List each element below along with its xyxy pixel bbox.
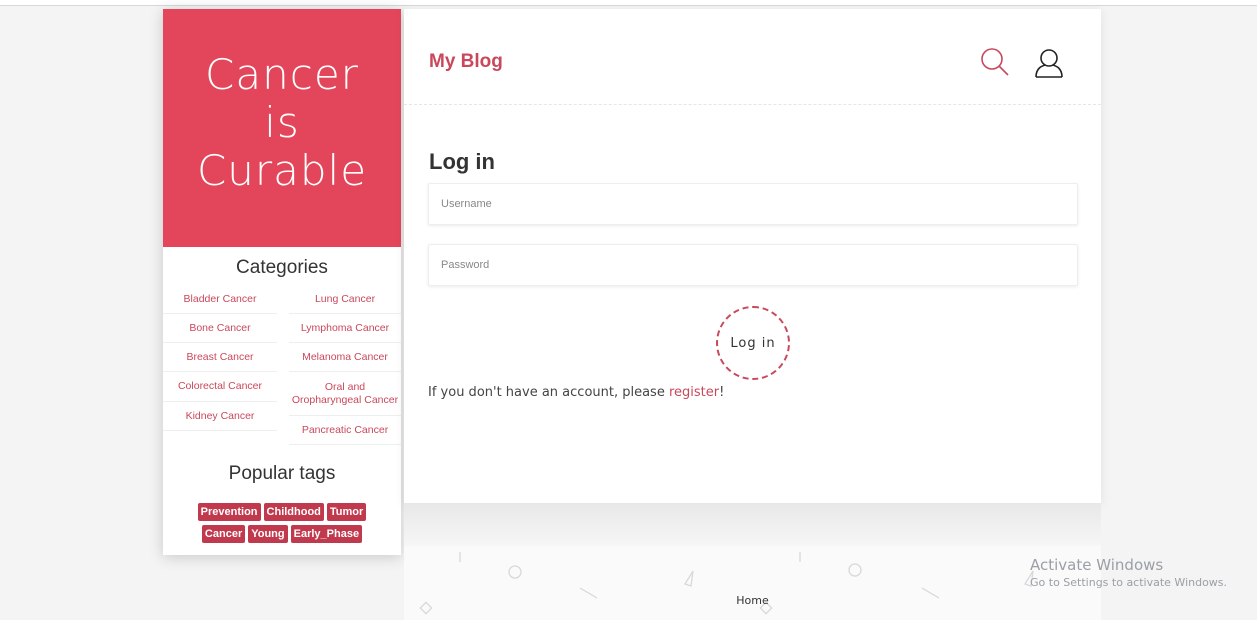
category-bone-cancer[interactable]: Bone Cancer <box>163 314 277 343</box>
login-title: Log in <box>429 149 495 174</box>
tag-prevention[interactable]: Prevention <box>197 503 261 521</box>
category-lymphoma-cancer[interactable]: Lymphoma Cancer <box>289 314 401 343</box>
blog-title[interactable]: My Blog <box>429 51 503 73</box>
register-suffix-text: ! <box>719 385 725 400</box>
main-panel: My Blog Log in Log in If you don't have … <box>404 9 1101 503</box>
categories-list: Bladder Cancer Bone Cancer Breast Cancer… <box>163 285 401 445</box>
footer-decoration <box>419 552 1034 615</box>
user-icon[interactable] <box>1032 46 1066 80</box>
browser-top-edge <box>0 0 1257 6</box>
footer-home-link[interactable]: Home <box>404 594 1101 607</box>
category-oral-oropharyngeal-cancer[interactable]: Oral and Oropharyngeal Cancer <box>289 372 401 416</box>
categories-title: Categories <box>236 257 328 278</box>
sidebar: Cancer is Curable Categories Bladder Can… <box>163 9 401 555</box>
brand-line-2: is <box>264 98 300 147</box>
tag-tumor[interactable]: Tumor <box>326 503 367 521</box>
brand-line-3: Curable <box>196 146 368 195</box>
register-link[interactable]: register <box>669 385 719 400</box>
footer: Home <box>404 546 1101 620</box>
register-prefix-text: If you don't have an account, please <box>428 385 669 400</box>
categories-column-right: Lung Cancer Lymphoma Cancer Melanoma Can… <box>289 285 401 445</box>
watermark-title: Activate Windows <box>1030 556 1164 574</box>
popular-tags: Prevention Childhood Tumor Cancer Young … <box>163 503 401 543</box>
tag-cancer[interactable]: Cancer <box>201 525 246 543</box>
username-input[interactable] <box>428 183 1078 225</box>
login-button[interactable]: Log in <box>716 306 790 380</box>
password-input[interactable] <box>428 244 1078 286</box>
brand-banner: Cancer is Curable <box>163 9 401 247</box>
category-breast-cancer[interactable]: Breast Cancer <box>163 343 277 372</box>
search-icon[interactable] <box>978 46 1012 80</box>
content-footer-gap <box>404 503 1101 546</box>
category-kidney-cancer[interactable]: Kidney Cancer <box>163 402 277 431</box>
tag-early-phase[interactable]: Early_Phase <box>290 525 363 543</box>
category-lung-cancer[interactable]: Lung Cancer <box>289 285 401 314</box>
category-colorectal-cancer[interactable]: Colorectal Cancer <box>163 372 277 402</box>
watermark-subtitle: Go to Settings to activate Windows. <box>1030 576 1228 589</box>
tag-young[interactable]: Young <box>248 525 288 543</box>
category-bladder-cancer[interactable]: Bladder Cancer <box>163 285 277 314</box>
header: My Blog <box>404 9 1101 105</box>
popular-tags-title: Popular tags <box>228 463 336 484</box>
brand-line-1: Cancer <box>205 50 359 99</box>
windows-activation-watermark: Activate Windows Go to Settings to activ… <box>1030 556 1227 592</box>
categories-column-left: Bladder Cancer Bone Cancer Breast Cancer… <box>163 285 277 431</box>
tag-childhood[interactable]: Childhood <box>263 503 324 521</box>
register-prompt: If you don't have an account, please reg… <box>428 385 724 400</box>
category-pancreatic-cancer[interactable]: Pancreatic Cancer <box>289 416 401 445</box>
category-melanoma-cancer[interactable]: Melanoma Cancer <box>289 343 401 372</box>
